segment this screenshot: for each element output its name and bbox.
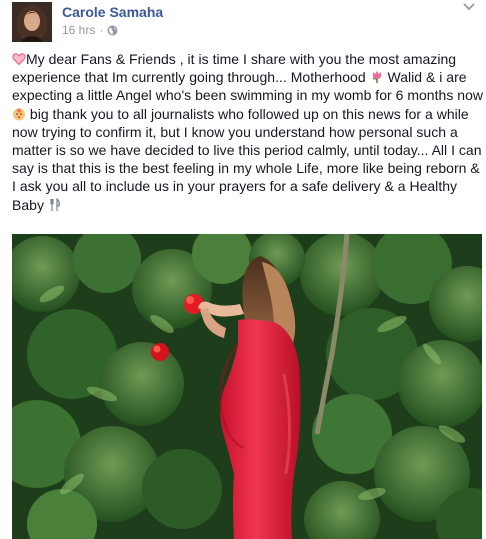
post-body: My dear Fans & Friends , it is time I sh…: [12, 50, 484, 214]
meta-separator: ·: [99, 23, 104, 37]
post-text-part: big thank you to all journalists who fol…: [12, 105, 482, 213]
heart-icon: [12, 52, 26, 66]
author-name[interactable]: Carole Samaha: [62, 4, 163, 20]
post-meta: 16 hrs ·: [62, 23, 118, 37]
avatar[interactable]: [12, 2, 52, 42]
post-timestamp[interactable]: 16 hrs: [62, 23, 95, 37]
tulip-icon: [370, 70, 384, 84]
baby-icon: [12, 107, 26, 121]
chevron-down-icon[interactable]: [462, 0, 476, 12]
post-photo[interactable]: [12, 234, 482, 539]
globe-icon[interactable]: [107, 25, 118, 36]
post-header: Carole Samaha 16 hrs ·: [0, 0, 486, 44]
fork-and-knife-icon: [48, 197, 62, 212]
